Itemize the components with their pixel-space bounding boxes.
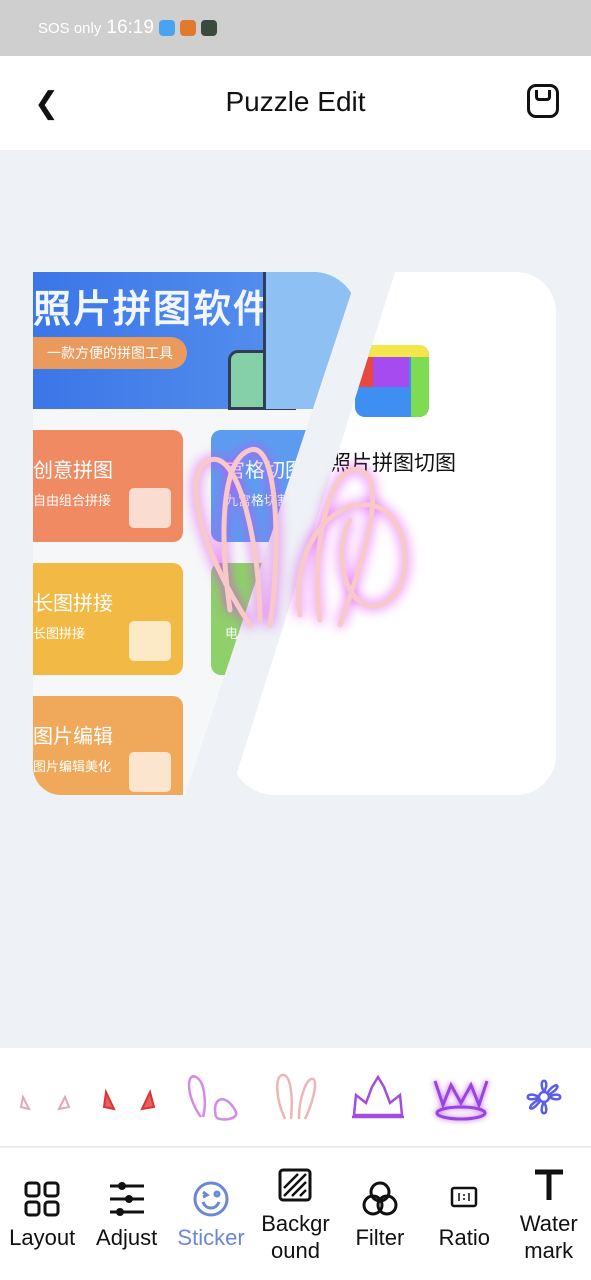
tool-sticker[interactable]: Sticker bbox=[169, 1148, 253, 1280]
sticker-picker bbox=[0, 1048, 591, 1147]
banner-title: 照片拼图软件 bbox=[33, 289, 274, 331]
tool-label: Layout bbox=[9, 1225, 76, 1250]
layout-grid-icon bbox=[24, 1181, 60, 1217]
text-t-icon bbox=[534, 1169, 563, 1200]
puzzle-canvas[interactable]: 照片拼图软件 一款方便的拼图工具 创意拼图 自由组合拼接 宫格切图 九宫格切割 长图… bbox=[0, 150, 591, 1048]
background-hatch-icon bbox=[278, 1168, 312, 1202]
sticker-crown-purple[interactable] bbox=[346, 1067, 410, 1127]
tool-label: Water mark bbox=[519, 1211, 578, 1263]
sticker-devil-horns-red[interactable] bbox=[98, 1067, 162, 1127]
ratio-icon bbox=[451, 1186, 478, 1208]
sticker-flower-blue[interactable] bbox=[512, 1067, 576, 1127]
tool-adjust[interactable]: Adjust bbox=[84, 1148, 168, 1280]
sticker-crown-glow[interactable] bbox=[429, 1067, 493, 1127]
novel-app-icon bbox=[179, 20, 196, 36]
sticker-bunny-ears-pink[interactable] bbox=[263, 1067, 327, 1127]
game-app-icon bbox=[200, 20, 217, 36]
status-bar: SOS only 16:19 Ⓝ ▯ ≋ ! bbox=[0, 0, 591, 645]
tool-label: Adjust bbox=[96, 1225, 158, 1250]
tool-label: Sticker bbox=[177, 1225, 245, 1250]
sliders-icon bbox=[109, 1182, 144, 1216]
save-icon[interactable] bbox=[527, 84, 559, 118]
tool-label: Filter bbox=[355, 1225, 405, 1250]
sticker-devil-horns-pink[interactable] bbox=[15, 1067, 79, 1127]
page-title: Puzzle Edit bbox=[225, 86, 366, 117]
carrier-text: SOS only bbox=[38, 19, 102, 37]
weather-app-icon bbox=[158, 20, 175, 36]
app-logo bbox=[355, 345, 429, 417]
banner: 照片拼图软件 一款方便的拼图工具 bbox=[33, 272, 358, 410]
tool-label: Backgr ound bbox=[261, 1211, 330, 1263]
tool-background[interactable]: Backgr ound bbox=[253, 1148, 337, 1280]
bunny-ears-sticker[interactable] bbox=[180, 440, 420, 640]
tool-watermark[interactable]: Water mark bbox=[507, 1148, 591, 1280]
sticker-bunny-ears-purple[interactable] bbox=[181, 1067, 245, 1127]
tool-layout[interactable]: Layout bbox=[0, 1148, 84, 1280]
tool-label: Ratio bbox=[438, 1225, 490, 1250]
card: 创意拼图 自由组合拼接 bbox=[33, 430, 183, 542]
clock: 16:19 bbox=[106, 17, 154, 38]
header: ❮ Puzzle Edit bbox=[0, 56, 591, 150]
banner-tagline: 一款方便的拼图工具 bbox=[33, 337, 187, 369]
tool-filter[interactable]: Filter bbox=[338, 1148, 422, 1280]
smiley-icon bbox=[193, 1181, 229, 1217]
card: 图片编辑 图片编辑美化 bbox=[33, 696, 183, 795]
filter-circles-icon bbox=[362, 1181, 398, 1216]
bottom-toolbar: Layout Adjust Sticker Backgr ound Filter… bbox=[0, 1148, 591, 1280]
card: 长图拼接 长图拼接 bbox=[33, 563, 183, 675]
tool-ratio[interactable]: Ratio bbox=[422, 1148, 506, 1280]
